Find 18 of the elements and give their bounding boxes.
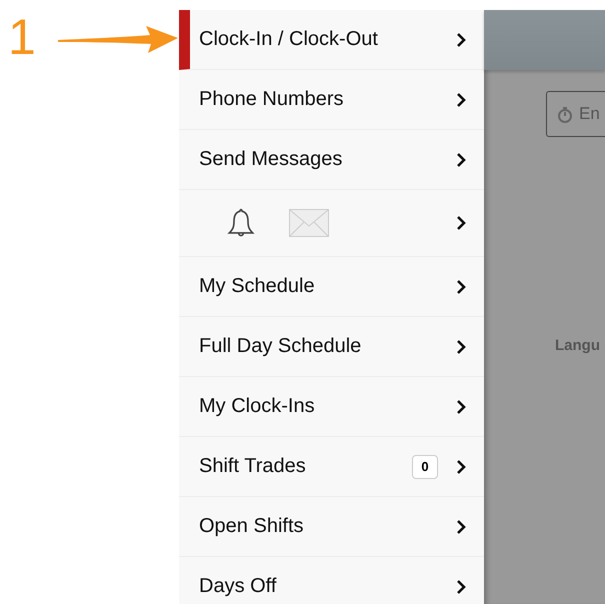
menu-item[interactable]: Clock-In / Clock-Out [179,10,484,70]
chevron-right-icon [456,280,466,294]
count-badge: 0 [412,454,438,478]
bell-icon [227,208,255,238]
step-number: 1 [8,12,37,62]
chevron-right-icon [456,460,466,474]
chevron-right-icon [456,340,466,354]
chevron-right-icon [456,32,466,46]
envelope-icon [289,209,329,237]
chevron-right-icon [456,152,466,166]
chevron-right-icon [456,520,466,534]
chevron-right-icon [456,580,466,594]
arrow-icon [58,26,178,53]
stopwatch-icon [557,106,573,122]
field-label: Langu [555,337,601,354]
chevron-right-icon [456,92,466,106]
chevron-right-icon [456,216,466,230]
chevron-right-icon [456,400,466,414]
